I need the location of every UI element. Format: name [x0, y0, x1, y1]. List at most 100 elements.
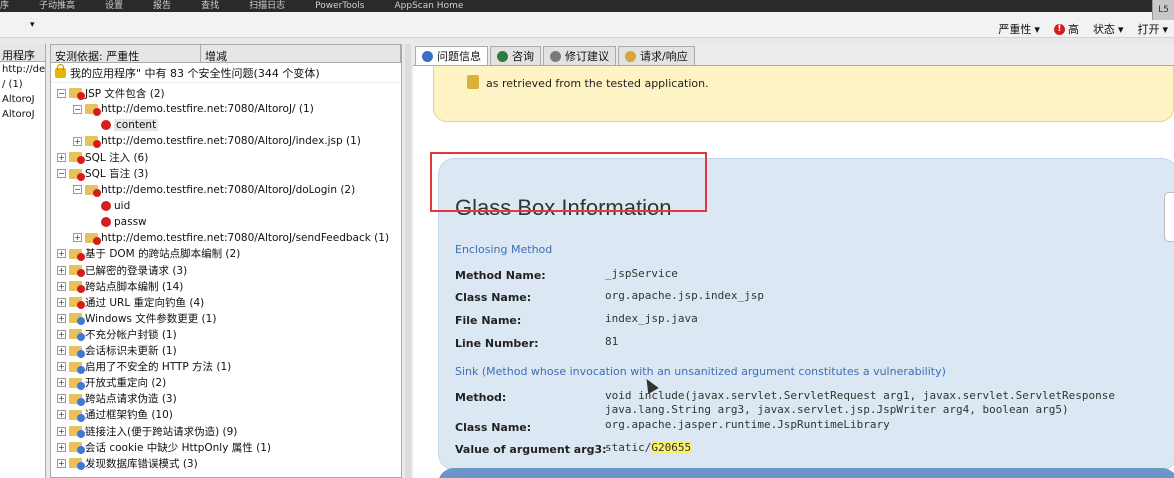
sink-class-name-key: Class Name: [455, 421, 532, 434]
details-tabs: 问题信息 咨询 修订建议 请求/响应 [413, 44, 1174, 66]
tree-node[interactable]: uid [51, 198, 401, 214]
tree-node[interactable]: + 已解密的登录请求 (3) [51, 262, 401, 278]
low-issue-folder-icon [69, 442, 85, 455]
tree-node[interactable]: − http://demo.testfire.net:7080/AltoroJ/d… [51, 182, 401, 198]
pane-splitter[interactable] [405, 44, 411, 478]
low-issue-folder-icon [69, 345, 85, 358]
open-dropdown[interactable]: 打开 ▾ [1137, 21, 1168, 37]
menu-item[interactable]: 序 [0, 0, 9, 12]
tree-node[interactable]: + 启用了不安全的 HTTP 方法 (1) [51, 359, 401, 375]
menu-item[interactable]: 报告 [153, 0, 171, 12]
tree-node[interactable]: − SQL 盲注 (3) [51, 165, 401, 181]
low-issue-folder-icon [69, 313, 85, 326]
expand-icon[interactable]: + [57, 394, 66, 404]
filter-controls: 严重性 ▾ ! 高 状态 ▾ 打开 ▾ [998, 21, 1168, 37]
tree-summary-row[interactable]: 我的应用程序" 中有 83 个安全性问题(344 个变体) [51, 63, 401, 83]
high-issue-folder-icon [85, 232, 101, 245]
tree-node[interactable]: − http://demo.testfire.net:7080/AltoroJ/ … [51, 101, 401, 117]
expand-icon[interactable]: + [57, 265, 66, 275]
tree-node[interactable]: + 会话 cookie 中缺少 HttpOnly 属性 (1) [51, 439, 401, 455]
tree-node-label: 会话 cookie 中缺少 HttpOnly 属性 (1) [85, 441, 271, 454]
details-panel: 问题信息 咨询 修订建议 请求/响应 as retrieved from the te… [413, 44, 1174, 478]
tree-node[interactable]: + 开放式重定向 (2) [51, 375, 401, 391]
tree-node-label: http://demo.testfire.net:7080/AltoroJ/se… [101, 231, 390, 244]
status-dropdown[interactable]: 状态 ▾ [1093, 21, 1124, 37]
tree-node-label: JSP 文件包含 (2) [85, 87, 165, 100]
application-row[interactable]: http://dem [0, 62, 45, 77]
expand-icon[interactable]: + [73, 233, 82, 243]
collapse-icon[interactable]: − [73, 104, 82, 114]
tree-node[interactable]: content [51, 117, 401, 133]
expand-icon[interactable]: + [57, 152, 66, 162]
tree-node[interactable]: + 通过 URL 重定向钓鱼 (4) [51, 294, 401, 310]
expand-icon[interactable]: + [57, 410, 66, 420]
menu-item[interactable]: AppScan Home [394, 0, 463, 12]
tree-node[interactable]: passw [51, 214, 401, 230]
tree-node-label: Windows 文件参数更更 (1) [85, 312, 217, 325]
enclosing-method-label: Enclosing Method [455, 243, 553, 256]
expand-icon[interactable]: + [57, 281, 66, 291]
sink-class-name-value: org.apache.jasper.runtime.JspRuntimeLibr… [605, 418, 890, 431]
high-issue-folder-icon [69, 152, 85, 165]
menu-item[interactable]: 设置 [105, 0, 123, 12]
expand-icon[interactable]: + [57, 362, 66, 372]
tree-node[interactable]: + 发现数据库错误模式 (3) [51, 455, 401, 471]
expand-icon[interactable]: + [57, 442, 66, 452]
tab-icon [550, 50, 561, 62]
next-section-header [438, 468, 1174, 478]
tree-node[interactable]: + 通过框架钓鱼 (10) [51, 407, 401, 423]
expand-icon[interactable]: + [57, 313, 66, 323]
tab-icon [422, 50, 433, 62]
summary-text: 我的应用程序" 中有 83 个安全性问题(344 个变体) [70, 66, 320, 80]
tab-icon [497, 50, 508, 62]
collapse-icon[interactable]: − [57, 169, 66, 179]
tree-node[interactable]: + Windows 文件参数更更 (1) [51, 310, 401, 326]
severity-dropdown[interactable]: 严重性 ▾ [998, 21, 1040, 37]
application-row[interactable]: AltoroJ [0, 107, 45, 122]
tree-node[interactable]: + SQL 注入 (6) [51, 149, 401, 165]
collapse-icon[interactable]: − [73, 185, 82, 195]
collapse-icon[interactable]: − [57, 88, 66, 98]
tab-icon [625, 50, 636, 62]
tree-node[interactable]: + 基于 DOM 的跨站点脚本编制 (2) [51, 246, 401, 262]
tree-node[interactable]: + 链接注入(便于跨站请求伪造) (9) [51, 423, 401, 439]
tree-node[interactable]: + http://demo.testfire.net:7080/AltoroJ/i… [51, 133, 401, 149]
tree-node[interactable]: + 跨站点请求伪造 (3) [51, 391, 401, 407]
tree-node[interactable]: + 会话标识未更新 (1) [51, 343, 401, 359]
expand-icon[interactable]: + [57, 458, 66, 468]
panel-edge-handle[interactable] [1164, 192, 1174, 242]
details-tab[interactable]: 修订建议 [543, 46, 616, 65]
tree-node-label: content [114, 119, 159, 132]
expand-icon[interactable]: + [73, 136, 82, 146]
menu-item[interactable]: 子动推高 [39, 0, 75, 12]
low-issue-folder-icon [69, 409, 85, 422]
sort-column-header[interactable]: 安测依据: 严重性 [51, 45, 201, 63]
details-tab[interactable]: 请求/响应 [618, 46, 695, 65]
details-tab[interactable]: 咨询 [490, 46, 541, 65]
tree-node-label: 通过框架钓鱼 (10) [85, 409, 173, 422]
arg-highlight: G20655 [651, 441, 692, 454]
details-tab[interactable]: 问题信息 [415, 46, 488, 65]
tree-node-label: SQL 注入 (6) [85, 151, 149, 164]
expand-icon[interactable]: + [57, 346, 66, 356]
menu-item[interactable]: PowerTools [315, 0, 364, 12]
severity-high-filter[interactable]: ! 高 [1053, 21, 1079, 37]
application-row[interactable]: / (1) [0, 77, 45, 92]
menu-item[interactable]: 扫描日志 [249, 0, 285, 12]
tree-node[interactable]: − JSP 文件包含 (2) [51, 85, 401, 101]
delta-column-header[interactable]: 增减 [201, 45, 401, 63]
expand-icon[interactable]: + [57, 378, 66, 388]
tree-node-label: 发现数据库错误模式 (3) [85, 457, 198, 470]
issues-tree-panel: 安测依据: 严重性 增减 我的应用程序" 中有 83 个安全性问题(344 个变… [50, 44, 402, 478]
expand-icon[interactable]: + [57, 426, 66, 436]
menu-item[interactable]: 查找 [201, 0, 219, 12]
tab-label: 请求/响应 [640, 50, 688, 63]
tree-node[interactable]: + http://demo.testfire.net:7080/AltoroJ/s… [51, 230, 401, 246]
expand-icon[interactable]: + [57, 329, 66, 339]
high-severity-icon: ! [1053, 23, 1065, 35]
tree-node[interactable]: + 跨站点脚本编制 (14) [51, 278, 401, 294]
expand-icon[interactable]: + [57, 249, 66, 259]
tree-node[interactable]: + 不充分帐户封锁 (1) [51, 326, 401, 342]
application-row[interactable]: AltoroJ [0, 92, 45, 107]
expand-icon[interactable]: + [57, 297, 66, 307]
